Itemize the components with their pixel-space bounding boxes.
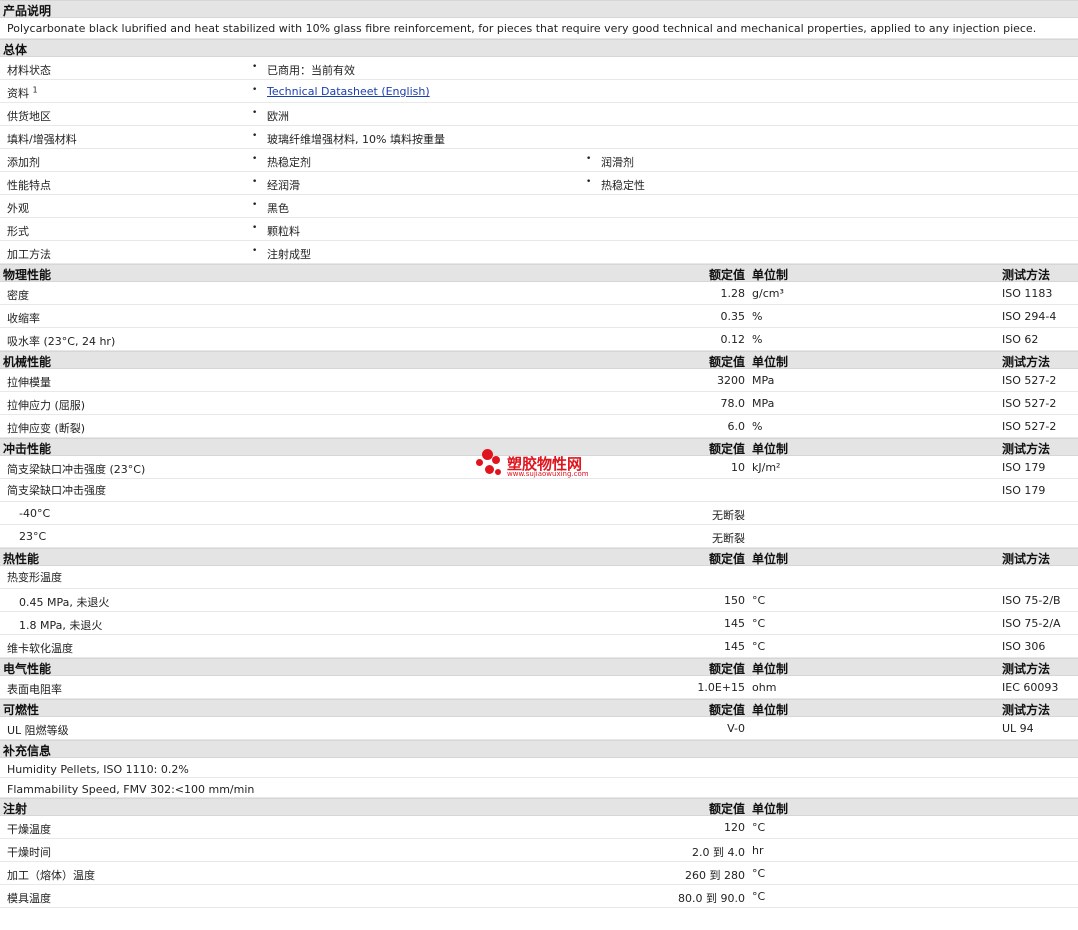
bullet-icon: • [586, 177, 592, 187]
property-row: 表面电阻率 1.0E+15 ohm IEC 60093 [0, 676, 1078, 699]
section-header-mechanical: 机械性能 额定值 单位制 测试方法 [0, 351, 1078, 369]
general-row-status: 材料状态 • 已商用：当前有效 [0, 57, 1078, 80]
datasheet-link[interactable]: Technical Datasheet (English) [267, 85, 430, 98]
section-header-injection: 注射 额定值 单位制 [0, 798, 1078, 816]
property-row: 热变形温度 [0, 566, 1078, 589]
general-row-filler: 填料/增强材料 • 玻璃纤维增强材料, 10% 填料按重量 [0, 126, 1078, 149]
section-header-supplemental: 补充信息 [0, 740, 1078, 758]
bullet-icon: • [252, 85, 258, 95]
general-row-region: 供货地区 • 欧洲 [0, 103, 1078, 126]
bullet-icon: • [252, 131, 258, 141]
section-header-flammability: 可燃性 额定值 单位制 测试方法 [0, 699, 1078, 717]
bullet-icon: • [252, 108, 258, 118]
property-row: 拉伸模量 3200 MPa ISO 527-2 [0, 369, 1078, 392]
general-row-process: 加工方法 • 注射成型 [0, 241, 1078, 264]
product-description: Polycarbonate black lubrified and heat s… [0, 18, 1078, 39]
property-row: -40°C 无断裂 [0, 502, 1078, 525]
bullet-icon: • [252, 200, 258, 210]
bullet-icon: • [252, 154, 258, 164]
property-row: UL 阻燃等级 V-0 UL 94 [0, 717, 1078, 740]
property-row: 干燥时间 2.0 到 4.0 hr [0, 839, 1078, 862]
molecule-icon [476, 447, 504, 481]
section-header-description: 产品说明 [0, 0, 1078, 18]
section-header-thermal: 热性能 额定值 单位制 测试方法 [0, 548, 1078, 566]
property-row: 维卡软化温度 145 °C ISO 306 [0, 635, 1078, 658]
general-row-appearance: 外观 • 黑色 [0, 195, 1078, 218]
general-row-additive: 添加剂 • 热稳定剂 • 润滑剂 [0, 149, 1078, 172]
property-row: 密度 1.28 g/cm³ ISO 1183 [0, 282, 1078, 305]
property-row: 模具温度 80.0 到 90.0 °C [0, 885, 1078, 908]
section-header-general: 总体 [0, 39, 1078, 57]
general-row-features: 性能特点 • 经润滑 • 热稳定性 [0, 172, 1078, 195]
general-row-form: 形式 • 颗粒料 [0, 218, 1078, 241]
bullet-icon: • [252, 177, 258, 187]
property-row: 拉伸应变 (断裂) 6.0 % ISO 527-2 [0, 415, 1078, 438]
property-row: 吸水率 (23°C, 24 hr) 0.12 % ISO 62 [0, 328, 1078, 351]
property-row: 1.8 MPa, 未退火 145 °C ISO 75-2/A [0, 612, 1078, 635]
property-row: 23°C 无断裂 [0, 525, 1078, 548]
property-row: 0.45 MPa, 未退火 150 °C ISO 75-2/B [0, 589, 1078, 612]
bullet-icon: • [252, 223, 258, 233]
supplemental-line: Humidity Pellets, ISO 1110: 0.2% [0, 758, 1078, 778]
bullet-icon: • [252, 246, 258, 256]
general-row-docs: 资料 1 • Technical Datasheet (English) [0, 80, 1078, 103]
watermark-logo: 塑胶物性网 www.sujiaowuxing.com [476, 447, 616, 483]
property-row: 拉伸应力 (屈服) 78.0 MPa ISO 527-2 [0, 392, 1078, 415]
supplemental-line: Flammability Speed, FMV 302:<100 mm/min [0, 778, 1078, 798]
bullet-icon: • [252, 62, 258, 72]
section-header-electrical: 电气性能 额定值 单位制 测试方法 [0, 658, 1078, 676]
property-row: 加工（熔体）温度 260 到 280 °C [0, 862, 1078, 885]
bullet-icon: • [586, 154, 592, 164]
property-row: 收缩率 0.35 % ISO 294-4 [0, 305, 1078, 328]
property-row: 干燥温度 120 °C [0, 816, 1078, 839]
section-header-physical: 物理性能 额定值 单位制 测试方法 [0, 264, 1078, 282]
